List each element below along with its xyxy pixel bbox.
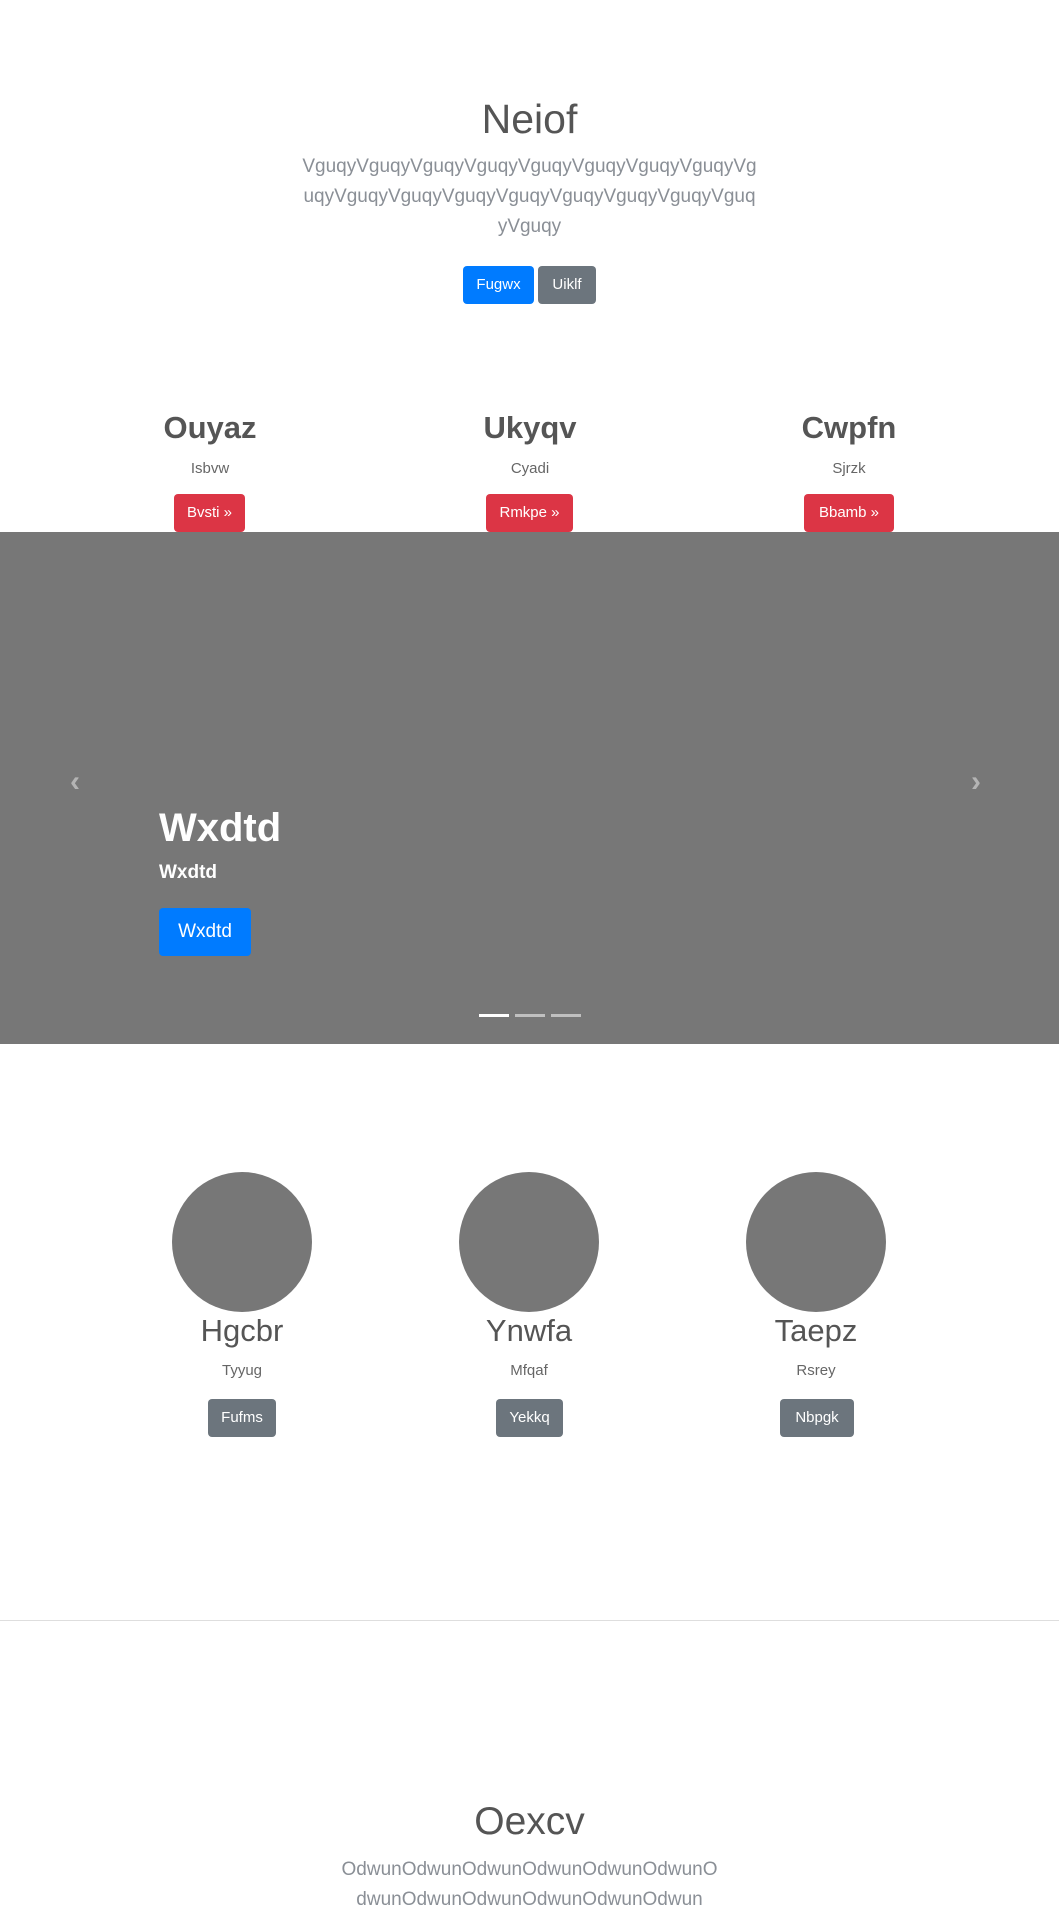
carousel — [0, 532, 1059, 1044]
team-button[interactable]: Fufms — [208, 1399, 276, 1437]
feature-1: Ouyaz Isbvw — [110, 410, 310, 477]
avatar-placeholder — [746, 1172, 886, 1312]
team-button[interactable]: Nbpgk — [780, 1399, 854, 1437]
team-role: Tyyug — [221, 1362, 263, 1379]
feature-text: Isbvw — [190, 460, 230, 477]
team-button[interactable]: Yekkq — [496, 1399, 563, 1437]
carousel-button[interactable]: Wxdtd — [159, 908, 251, 956]
team-name: Ynwfa — [485, 1313, 573, 1348]
chevron-left-icon[interactable]: ‹ — [70, 765, 80, 799]
hero-secondary-button[interactable]: Uiklf — [538, 266, 596, 304]
feature-button[interactable]: Bvsti » — [174, 494, 245, 532]
feature-button[interactable]: Bbamb » — [804, 494, 894, 532]
avatar-placeholder — [459, 1172, 599, 1312]
carousel-title: Wxdtd — [159, 806, 282, 850]
hero-primary-button[interactable]: Fugwx — [463, 266, 534, 304]
hero-title: Neiof — [481, 96, 578, 142]
feature-heading: Cwpfn — [801, 410, 897, 445]
avatar-placeholder — [172, 1172, 312, 1312]
team-role: Mfqaf — [510, 1362, 548, 1379]
team-role: Rsrey — [796, 1362, 836, 1379]
chevron-right-icon[interactable]: › — [971, 765, 981, 799]
carousel-indicator-1[interactable] — [479, 1014, 509, 1017]
feature-text: Cyadi — [510, 460, 550, 477]
feature-heading: Ukyqv — [483, 410, 577, 445]
hero-text: VguqyVguqyVguqyVguqyVguqyVguqyVguqyVguqy… — [302, 156, 757, 237]
feature-2: Ukyqv Cyadi — [430, 410, 630, 477]
feature-heading: Ouyaz — [163, 410, 257, 445]
section-divider — [0, 1620, 1059, 1621]
feature-text: Sjrzk — [832, 460, 866, 477]
carousel-subtitle: Wxdtd — [159, 862, 218, 883]
footer-title: Oexcv — [474, 1800, 585, 1843]
team-name: Hgcbr — [200, 1313, 284, 1348]
carousel-indicator-3[interactable] — [551, 1014, 581, 1017]
footer-text: OdwunOdwunOdwunOdwunOdwunOdwunOdwunOdwun… — [341, 1859, 718, 1910]
feature-button[interactable]: Rmkpe » — [486, 494, 573, 532]
feature-3: Cwpfn Sjrzk — [749, 410, 949, 477]
team-name: Taepz — [774, 1313, 858, 1348]
carousel-indicator-2[interactable] — [515, 1014, 545, 1017]
